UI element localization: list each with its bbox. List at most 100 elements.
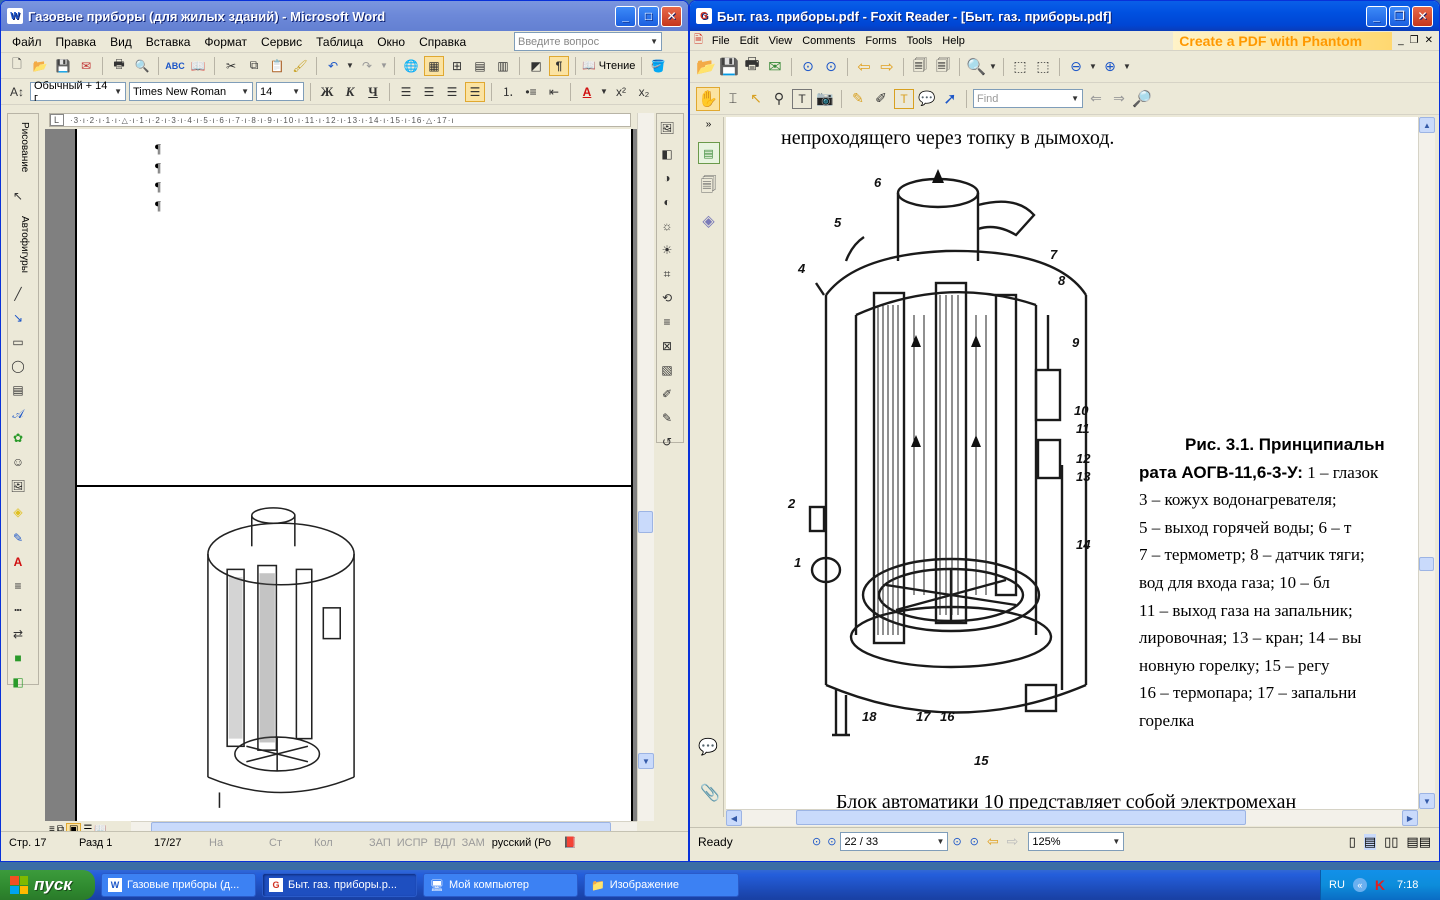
snapshot-icon[interactable]: 📷 [815,89,835,109]
align-left-icon[interactable]: ☰ [396,82,416,102]
bullets-icon[interactable]: •≡ [521,82,541,102]
note-icon[interactable]: 💬 [917,89,937,109]
zoom-in-dropdown-icon[interactable]: ▼ [1123,57,1131,77]
fit-page-icon[interactable]: ⬚ [1010,57,1030,77]
menu-help[interactable]: Справка [412,33,473,51]
continuous-view-icon[interactable]: ▤ [1363,833,1377,850]
foxit-vertical-scrollbar[interactable]: ▲ ▼ [1418,117,1435,809]
reading-button[interactable]: 📖 Чтение [582,59,635,73]
highlight-icon[interactable]: ✐ [871,89,891,109]
prev-page-icon[interactable]: ⊙ [798,57,818,77]
decrease-indent-icon[interactable]: ⇤ [544,82,564,102]
font-size-select[interactable]: 14 ▼ [256,82,304,101]
typewriter-icon[interactable]: T [792,88,812,109]
menu-view[interactable]: Вид [103,33,139,51]
find-input[interactable]: Find ▼ [973,89,1083,108]
drawing-label[interactable]: Рисование [16,122,30,182]
layers-icon[interactable]: ◈ [698,210,720,232]
zoom-in-circle-icon[interactable]: ⊕ [1100,57,1120,77]
rotate-icon[interactable]: ⟲ [657,288,677,308]
font-select[interactable]: Times New Roman ▼ [129,82,253,101]
menu-tools[interactable]: Tools [902,33,938,49]
start-button[interactable]: пуск [0,870,95,900]
undo-dropdown-icon[interactable]: ▼ [346,56,354,76]
diagram-icon[interactable]: ✿ [8,428,28,448]
oval-icon[interactable]: ◯ [8,356,28,376]
hand-tool-icon[interactable]: ✋ [696,86,720,111]
justify-icon[interactable]: ☰ [465,81,485,102]
menu-edit[interactable]: Правка [49,33,104,51]
insert-picture-icon[interactable]: 🖼 [657,118,677,138]
continuous-icon[interactable]: 🗐 [933,57,953,77]
zoom-out-dropdown-icon[interactable]: ▼ [1089,57,1097,77]
status-trk[interactable]: ИСПР [394,837,431,849]
menu-view[interactable]: View [764,33,798,49]
scroll-down-button[interactable]: ▼ [638,753,654,769]
task-foxit[interactable]: G Быт. газ. приборы.p... [262,873,417,897]
less-contrast-icon[interactable]: ◐ [657,192,677,212]
paste-icon[interactable]: 📋 [267,56,287,76]
superscript-icon[interactable]: x² [611,82,631,102]
expand-panel-icon[interactable]: » [694,119,723,130]
close-button[interactable]: ✕ [661,5,682,27]
last-page-icon[interactable]: ⊙ [970,835,979,848]
first-page-icon[interactable]: ⊙ [812,835,821,848]
copy-icon[interactable]: ⧉ [244,56,264,76]
zoom-in-icon[interactable]: 🔍 [966,57,986,77]
menu-forms[interactable]: Forms [860,33,901,49]
save-icon[interactable]: 💾 [719,57,739,77]
italic-button[interactable]: К [340,82,360,102]
help-search-input[interactable]: Введите вопрос ▼ [514,32,662,51]
find-prev-icon[interactable]: ⇐ [1086,89,1106,109]
clock[interactable]: 7:18 [1397,879,1418,891]
foxit-horizontal-scrollbar[interactable]: ◀ ▶ [726,809,1418,826]
show-formatting-icon[interactable]: ¶ [549,55,569,76]
word-window[interactable]: W Газовые приборы (для жилых зданий) - M… [0,0,689,862]
menu-format[interactable]: Формат [197,33,254,51]
set-transparent-icon[interactable]: ✎ [657,408,677,428]
drawing-toggle-icon[interactable]: ◩ [526,56,546,76]
fit-width-icon[interactable]: ⬚ [1033,57,1053,77]
spelling-icon[interactable]: ABC [165,56,185,76]
arrow-tool-icon[interactable]: ➚ [940,89,960,109]
menu-file[interactable]: File [707,33,735,49]
promo-banner[interactable]: Create a PDF with Phantom [1173,31,1393,50]
format-picture-icon[interactable]: ✐ [657,384,677,404]
line-color-icon[interactable]: ✎ [8,528,28,548]
task-my-computer[interactable]: 🖥 Мой компьютер [423,873,578,897]
single-page-icon[interactable]: 🗐 [910,57,930,77]
horizontal-ruler[interactable]: L ·3·ı·2·ı·1·ı·△·ı·1·ı·2·ı·3·ı·4·ı·5·ı·6… [49,113,631,127]
restore-button[interactable]: ❐ [1389,5,1410,27]
tray-expand-icon[interactable]: « [1352,878,1367,892]
line-icon[interactable]: ╱ [8,284,28,304]
font-color-icon[interactable]: A [577,82,597,102]
bold-button[interactable]: Ж [317,82,337,102]
insert-table-icon[interactable]: ⊞ [447,56,467,76]
columns-icon[interactable]: ▥ [493,56,513,76]
foxit-window[interactable]: G Быт. газ. приборы.pdf - Foxit Reader -… [689,0,1440,862]
more-contrast-icon[interactable]: ◑ [657,168,677,188]
less-brightness-icon[interactable]: ☀ [657,240,677,260]
binoculars-icon[interactable]: ⚲ [769,89,789,109]
zoom-dropdown-icon[interactable]: ▼ [989,57,997,77]
close-button[interactable]: ✕ [1412,5,1433,27]
compress-icon[interactable]: ⊠ [657,336,677,356]
dash-style-icon[interactable]: ┅ [8,600,28,620]
numbering-icon[interactable]: ⒈ [498,82,518,102]
scroll-up-button[interactable]: ▲ [1419,117,1435,133]
mdi-minimize-icon[interactable]: _ [1398,35,1404,46]
save-icon[interactable]: 💾 [53,56,73,76]
style-select[interactable]: Обычный + 14 г ▼ [30,80,126,104]
font-color-icon[interactable]: A [8,552,28,572]
more-brightness-icon[interactable]: ☼ [657,216,677,236]
status-ext[interactable]: ВДЛ [431,837,459,849]
zoom-select[interactable]: 125% ▼ [1028,832,1125,851]
select-text-icon[interactable]: ⌶ [723,89,743,109]
pages-icon[interactable]: 🗐 [698,176,720,198]
email-icon[interactable]: ✉ [765,57,785,77]
scroll-thumb[interactable] [1419,557,1434,571]
textbox-icon[interactable]: T [894,88,914,109]
hyperlink-icon[interactable]: 🌐 [401,56,421,76]
antivirus-icon[interactable]: K [1375,877,1385,893]
print-preview-icon[interactable]: 🔍 [132,56,152,76]
